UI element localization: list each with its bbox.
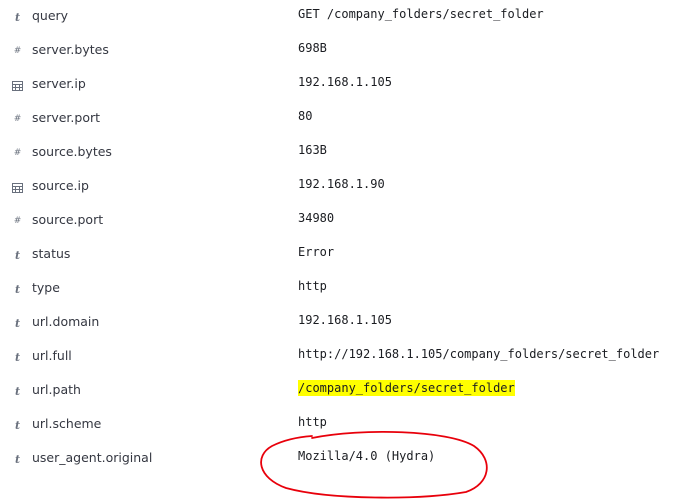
- field-name[interactable]: url.full: [32, 348, 72, 364]
- ip-type-icon-glyph: [12, 80, 23, 91]
- field-row: # server.bytes 698B: [0, 34, 693, 68]
- field-value: http://192.168.1.105/company_folders/sec…: [298, 347, 660, 361]
- field-name[interactable]: url.path: [32, 382, 81, 398]
- field-value: http: [298, 415, 327, 429]
- field-value: GET /company_folders/secret_folder: [298, 7, 544, 21]
- field-row: t user_agent.original Mozilla/4.0 (Hydra…: [0, 442, 693, 476]
- field-name[interactable]: source.bytes: [32, 144, 112, 160]
- field-name[interactable]: server.ip: [32, 76, 86, 92]
- field-name[interactable]: server.port: [32, 110, 100, 126]
- number-type-icon: #: [13, 148, 22, 158]
- field-row: # server.port 80: [0, 102, 693, 136]
- number-type-icon: #: [13, 46, 22, 56]
- ip-type-icon: [11, 181, 24, 194]
- field-row: # source.bytes 163B: [0, 136, 693, 170]
- field-name[interactable]: url.domain: [32, 314, 99, 330]
- field-row: t url.path /company_folders/secret_folde…: [0, 374, 693, 408]
- field-value: 192.168.1.90: [298, 177, 385, 191]
- field-value: Mozilla/4.0 (Hydra): [298, 449, 436, 463]
- field-row: source.ip 192.168.1.90: [0, 170, 693, 204]
- string-type-icon: t: [14, 249, 21, 262]
- document-fields-table: t query GET /company_folders/secret_fold…: [0, 0, 693, 476]
- field-value: 192.168.1.105: [298, 313, 392, 327]
- field-name[interactable]: query: [32, 8, 68, 24]
- field-name[interactable]: source.ip: [32, 178, 89, 194]
- ip-type-icon-glyph: [12, 182, 23, 193]
- field-name[interactable]: source.port: [32, 212, 103, 228]
- field-name[interactable]: server.bytes: [32, 42, 109, 58]
- string-type-icon: t: [14, 283, 21, 296]
- number-type-icon: #: [13, 114, 22, 124]
- field-value: 698B: [298, 41, 327, 55]
- field-name[interactable]: type: [32, 280, 60, 296]
- field-value: http: [298, 279, 327, 293]
- field-row: t status Error: [0, 238, 693, 272]
- field-row: t type http: [0, 272, 693, 306]
- number-type-icon: #: [13, 216, 22, 226]
- string-type-icon: t: [14, 453, 21, 466]
- field-value-highlighted: /company_folders/secret_folder: [298, 380, 515, 396]
- field-row: server.ip 192.168.1.105: [0, 68, 693, 102]
- field-row: t url.full http://192.168.1.105/company_…: [0, 340, 693, 374]
- field-row: t url.scheme http: [0, 408, 693, 442]
- field-value: 192.168.1.105: [298, 75, 392, 89]
- field-row: # source.port 34980: [0, 204, 693, 238]
- field-name[interactable]: status: [32, 246, 70, 262]
- string-type-icon: t: [14, 11, 21, 24]
- field-row: t url.domain 192.168.1.105: [0, 306, 693, 340]
- field-value: 80: [298, 109, 313, 123]
- field-value: 163B: [298, 143, 327, 157]
- field-value: 34980: [298, 211, 335, 225]
- field-name[interactable]: user_agent.original: [32, 450, 152, 466]
- string-type-icon: t: [14, 419, 21, 432]
- string-type-icon: t: [14, 351, 21, 364]
- field-name[interactable]: url.scheme: [32, 416, 101, 432]
- field-row: t query GET /company_folders/secret_fold…: [0, 0, 693, 34]
- string-type-icon: t: [14, 317, 21, 330]
- ip-type-icon: [11, 79, 24, 92]
- field-value: Error: [298, 245, 335, 259]
- string-type-icon: t: [14, 385, 21, 398]
